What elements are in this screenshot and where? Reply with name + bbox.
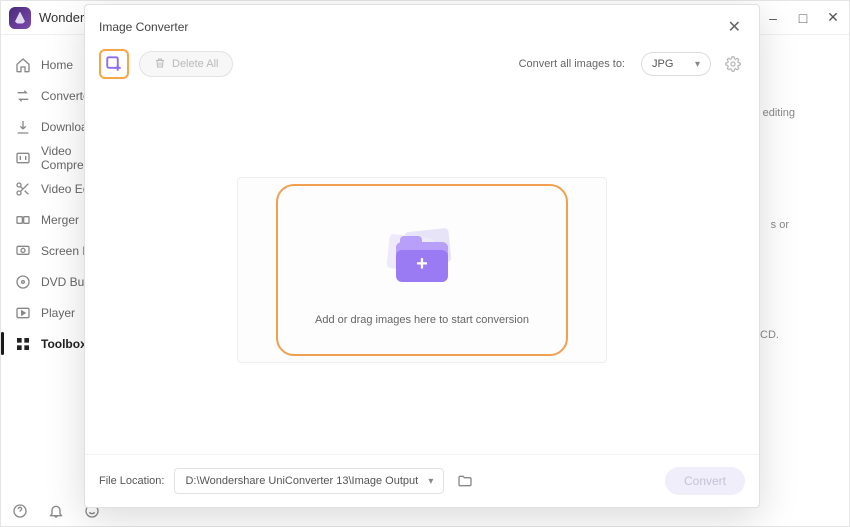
drop-zone[interactable]: Add or drag images here to start convers…	[276, 184, 568, 356]
sidebar-label: Player	[41, 306, 75, 320]
close-dialog-button[interactable]: ✕	[724, 13, 745, 41]
output-settings-button[interactable]	[721, 52, 745, 76]
app-logo-icon	[9, 7, 31, 29]
drop-area: Add or drag images here to start convers…	[237, 177, 607, 363]
play-icon	[15, 305, 31, 321]
converter-icon	[15, 88, 31, 104]
compress-icon	[15, 150, 31, 166]
home-icon	[15, 57, 31, 73]
dialog-title: Image Converter	[99, 20, 188, 34]
drop-text: Add or drag images here to start convers…	[315, 314, 529, 326]
file-location-label: File Location:	[99, 475, 164, 487]
bell-icon[interactable]	[47, 502, 65, 520]
merger-icon	[15, 212, 31, 228]
convert-button[interactable]: Convert	[665, 467, 745, 495]
output-format-select[interactable]: JPG	[641, 52, 711, 76]
background-text: CD.	[760, 329, 779, 341]
add-folder-icon	[382, 228, 462, 288]
dialog-toolbar: Delete All Convert all images to: JPG	[85, 41, 759, 87]
open-folder-button[interactable]	[452, 468, 478, 494]
file-location-select[interactable]: D:\Wondershare UniConverter 13\Image Out…	[174, 468, 444, 494]
convert-all-label: Convert all images to:	[519, 58, 625, 70]
background-text: s or	[771, 219, 789, 231]
chevron-down-icon	[428, 476, 433, 487]
help-icon[interactable]	[11, 502, 29, 520]
toolbox-icon	[15, 336, 31, 352]
close-window-button[interactable]: ✕	[825, 10, 841, 26]
maximize-button[interactable]: □	[795, 10, 811, 26]
sidebar-label: Toolbox	[41, 337, 87, 351]
disc-icon	[15, 274, 31, 290]
file-location-value: D:\Wondershare UniConverter 13\Image Out…	[185, 475, 418, 487]
background-text: editing	[763, 107, 795, 119]
dialog-header: Image Converter ✕	[85, 5, 759, 41]
window-controls: – □ ✕	[765, 10, 841, 26]
delete-all-button[interactable]: Delete All	[139, 51, 233, 77]
scissors-icon	[15, 181, 31, 197]
image-converter-dialog: Image Converter ✕ Delete All Convert all…	[84, 4, 760, 508]
download-icon	[15, 119, 31, 135]
convert-label: Convert	[684, 474, 726, 488]
sidebar-label: Merger	[41, 213, 79, 227]
dialog-footer: File Location: D:\Wondershare UniConvert…	[85, 454, 759, 507]
delete-all-label: Delete All	[172, 58, 218, 70]
record-icon	[15, 243, 31, 259]
add-image-button[interactable]	[99, 49, 129, 79]
format-value: JPG	[652, 58, 673, 70]
minimize-button[interactable]: –	[765, 10, 781, 26]
chevron-down-icon	[695, 59, 700, 70]
trash-icon	[154, 57, 166, 72]
sidebar-label: Home	[41, 58, 73, 72]
